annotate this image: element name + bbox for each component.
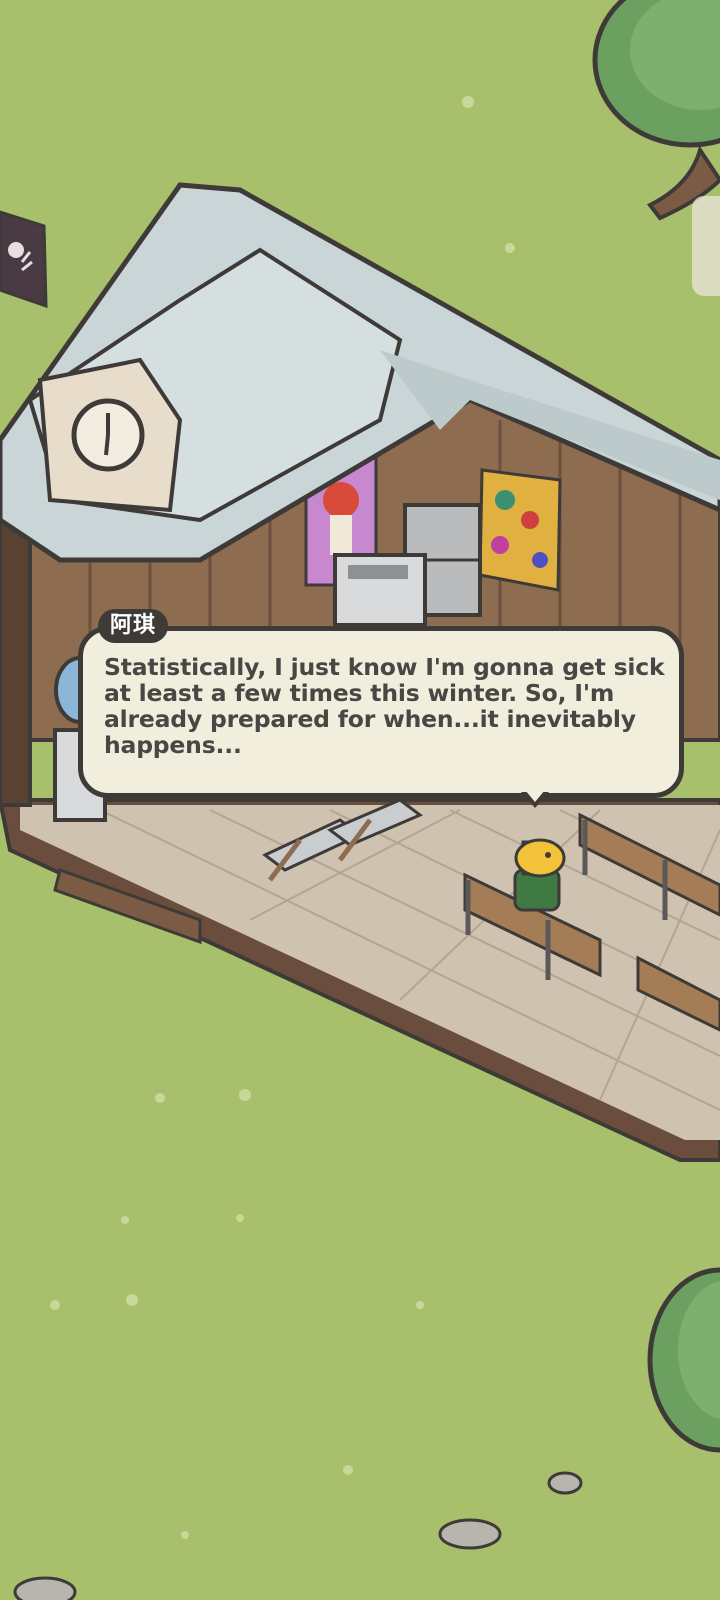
printer	[333, 553, 427, 627]
side-panel-tab[interactable]	[692, 196, 720, 296]
dialog-tail-inner	[525, 790, 545, 802]
giraffe-character[interactable]	[513, 838, 566, 912]
speaker-name-tag: 阿琪	[98, 609, 169, 643]
flag-icon	[0, 210, 48, 309]
dots-poster	[478, 468, 562, 592]
dialog-text: Statistically, I just know I'm gonna get…	[104, 653, 665, 759]
